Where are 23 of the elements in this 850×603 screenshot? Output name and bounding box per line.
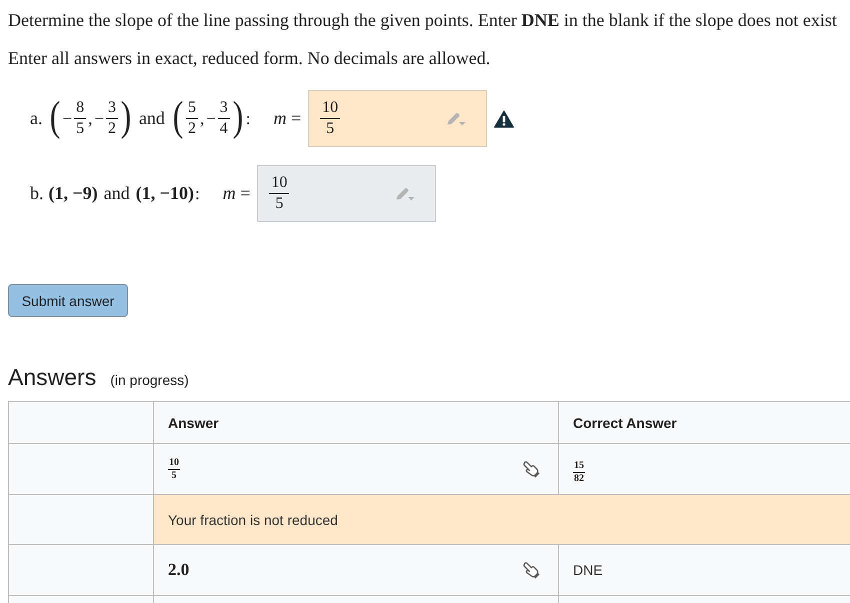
- submit-answer-button[interactable]: Submit answer: [8, 284, 128, 317]
- answer-field[interactable]: 10 5: [308, 90, 488, 147]
- hand-icon: [522, 460, 540, 478]
- hand-icon: [522, 561, 540, 579]
- pencil-icon[interactable]: [446, 110, 466, 126]
- column-header: Correct Answer: [573, 414, 677, 430]
- math-expression: (1, −9) and (1, −10):: [48, 183, 201, 204]
- answer-field[interactable]: 10 5: [257, 165, 436, 222]
- answers-heading: Answers: [8, 363, 96, 391]
- answer-value: 2.0: [168, 560, 190, 580]
- instruction-text: Determine the slope of the line passing through the given points. Enter DNE in the blank if the slope does not exist: [8, 9, 838, 31]
- problem-label: b.: [30, 183, 44, 204]
- correct-answer-value: 15 82: [573, 460, 585, 484]
- equation-label: m =: [222, 183, 250, 204]
- instruction-text: Enter all answers in exact, reduced form. No decimals are allowed.: [8, 47, 492, 69]
- pencil-icon[interactable]: [395, 186, 416, 202]
- correct-answer-value: DNE: [573, 562, 603, 578]
- column-header: Answer: [168, 414, 219, 430]
- equation-label: m =: [274, 108, 302, 129]
- problem-label: a.: [30, 108, 42, 129]
- progress-status: (in progress): [110, 372, 189, 388]
- answer-value: 10 5: [168, 458, 180, 480]
- feedback-message: Your fraction is not reduced: [154, 494, 850, 544]
